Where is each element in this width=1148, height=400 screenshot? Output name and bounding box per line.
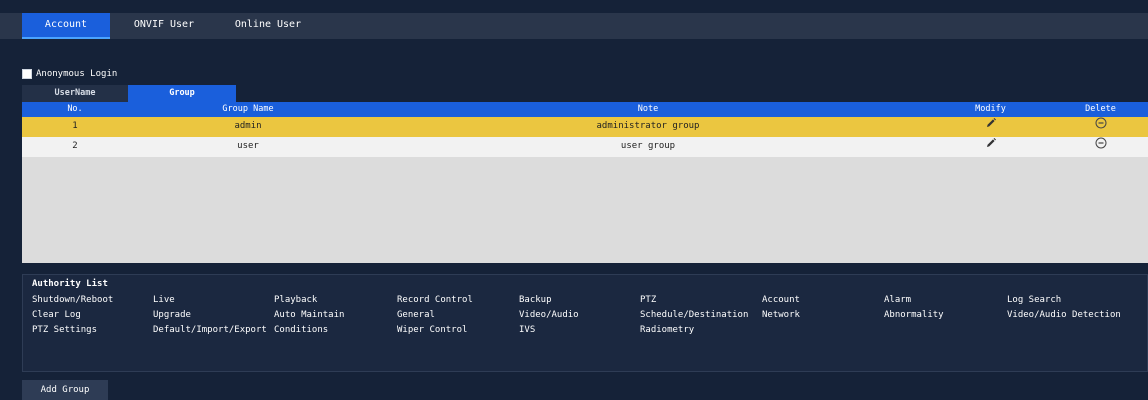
authority-list-title: Authority List: [32, 279, 108, 289]
authority-item: Log Search: [1007, 295, 1062, 305]
authority-item: Upgrade: [153, 310, 191, 320]
cell-modify: [928, 117, 1053, 137]
cell-group-name: admin: [234, 121, 262, 131]
authority-item: Video/Audio Detection: [1007, 310, 1121, 320]
cell-no: 1: [72, 121, 78, 131]
authority-item: PTZ: [640, 295, 657, 305]
header-note: Note: [637, 104, 659, 114]
authority-item: Live: [153, 295, 175, 305]
pencil-icon[interactable]: [985, 137, 997, 157]
header-modify: Modify: [975, 104, 1006, 114]
cell-modify: [928, 137, 1053, 157]
authority-item: Auto Maintain: [274, 310, 345, 320]
authority-item: Account: [762, 295, 800, 305]
authority-item: Default/Import/Export: [153, 325, 267, 335]
authority-row: Clear Log Upgrade Auto Maintain General …: [32, 310, 1142, 325]
cell-group-name: user: [237, 141, 259, 151]
authority-item: Alarm: [884, 295, 912, 305]
header-delete: Delete: [1085, 104, 1116, 114]
top-tab-bar: Account ONVIF User Online User: [0, 13, 1148, 39]
authority-item: Record Control: [397, 295, 473, 305]
table-header: No. Group Name Note Modify Delete: [22, 102, 1148, 117]
authority-row: Shutdown/Reboot Live Playback Record Con…: [32, 295, 1142, 310]
table-row[interactable]: 1 admin administrator group: [22, 117, 1148, 137]
authority-item: PTZ Settings: [32, 325, 98, 335]
anonymous-login-label: Anonymous Login: [36, 69, 118, 79]
cell-delete: [1053, 117, 1148, 137]
table-row[interactable]: 2 user user group: [22, 137, 1148, 157]
pencil-icon[interactable]: [985, 117, 997, 137]
header-group-name: Group Name: [222, 104, 274, 114]
minus-circle-icon[interactable]: [1095, 117, 1107, 137]
authority-item: Abnormality: [884, 310, 944, 320]
tab-onvif-user[interactable]: ONVIF User: [120, 13, 208, 39]
cell-no: 2: [72, 141, 78, 151]
authority-item: Conditions: [274, 325, 329, 335]
subtab-username[interactable]: UserName: [22, 85, 128, 102]
authority-item: Playback: [274, 295, 318, 305]
authority-item: Backup: [519, 295, 552, 305]
authority-item: Clear Log: [32, 310, 81, 320]
authority-item: Network: [762, 310, 800, 320]
authority-item: Video/Audio: [519, 310, 579, 320]
subtab-group[interactable]: Group: [128, 85, 236, 102]
cell-note: administrator group: [596, 121, 700, 131]
authority-item: IVS: [519, 325, 536, 335]
authority-list-panel: Authority List Shutdown/Reboot Live Play…: [22, 274, 1148, 372]
cell-delete: [1053, 137, 1148, 157]
authority-row: PTZ Settings Default/Import/Export Condi…: [32, 325, 1142, 340]
add-group-button[interactable]: Add Group: [22, 380, 108, 400]
tab-online-user[interactable]: Online User: [222, 13, 314, 39]
minus-circle-icon[interactable]: [1095, 137, 1107, 157]
group-table: No. Group Name Note Modify Delete 1 admi…: [22, 102, 1148, 263]
cell-note: user group: [620, 141, 676, 151]
tab-account[interactable]: Account: [22, 13, 110, 39]
header-no: No.: [67, 104, 83, 114]
authority-item: Radiometry: [640, 325, 695, 335]
authority-item: Wiper Control: [397, 325, 468, 335]
anonymous-login: Anonymous Login: [22, 68, 117, 80]
authority-item: Shutdown/Reboot: [32, 295, 114, 305]
authority-item: Schedule/Destination: [640, 310, 749, 320]
authority-grid: Shutdown/Reboot Live Playback Record Con…: [32, 295, 1142, 340]
anonymous-login-checkbox[interactable]: [22, 69, 32, 79]
table-empty-area: [22, 157, 1148, 263]
authority-item: General: [397, 310, 435, 320]
